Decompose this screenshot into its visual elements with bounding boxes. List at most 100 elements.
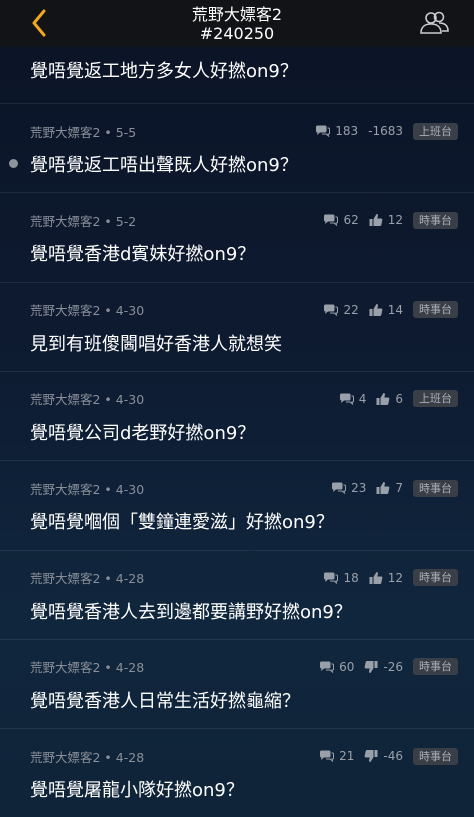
post-author-date: 荒野大嫖客2 • 5-2 bbox=[30, 213, 137, 229]
comment-count: 60 bbox=[319, 660, 354, 674]
post-author-date: 荒野大嫖客2 • 4-30 bbox=[30, 303, 145, 319]
user-id: #240250 bbox=[199, 23, 275, 43]
post-title[interactable]: 覺唔覺返工地方多女人好撚on9？ bbox=[30, 57, 298, 83]
members-button[interactable] bbox=[418, 8, 450, 38]
post-meta: 荒野大嫖客2 • 4-30 23 7 時事台 bbox=[30, 479, 458, 497]
comment-count: 18 bbox=[323, 570, 359, 585]
post-stats: 18 12 時事台 bbox=[323, 569, 458, 586]
comment-icon bbox=[331, 482, 347, 495]
thumbs-up-icon bbox=[369, 213, 383, 227]
page-title: 荒野大嫖客2 bbox=[191, 4, 283, 24]
post-stats: 183 -1683 上班台 bbox=[315, 122, 458, 140]
list-item[interactable]: 荒野大嫖客2 • 4-28 60 -26 時事台覺唔覺香港人日常生活好撚龜縮？ bbox=[0, 638, 474, 728]
score: 12 bbox=[369, 213, 403, 227]
comment-count-value: 22 bbox=[343, 302, 359, 317]
comment-count-value: 21 bbox=[339, 749, 355, 764]
chevron-left-icon bbox=[32, 9, 46, 37]
thumbs-down-icon bbox=[364, 749, 378, 763]
score-value: 12 bbox=[387, 213, 403, 228]
post-stats: 21 -46 時事台 bbox=[319, 747, 458, 765]
list-item[interactable]: 荒野大嫖客2 • 4-30 22 14 時事台見到有班傻閪唱好香港人就想笑 bbox=[0, 281, 474, 371]
post-title[interactable]: 覺唔覺香港人去到邊都要講野好撚on9？ bbox=[30, 598, 352, 624]
post-stats: 4 6 上班台 bbox=[339, 390, 458, 408]
header-title-block: 荒野大嫖客2 #240250 bbox=[192, 5, 282, 43]
post-title[interactable]: 覺唔覺屠龍小隊好撚on9？ bbox=[30, 776, 244, 802]
post-title[interactable]: 覺唔覺香港d賓妹好撚on9？ bbox=[30, 240, 255, 266]
comment-icon bbox=[339, 393, 354, 405]
comment-count-value: 60 bbox=[339, 659, 355, 674]
post-author-date: 荒野大嫖客2 • 4-28 bbox=[30, 660, 145, 676]
thumbs-up-icon bbox=[369, 303, 383, 317]
score-value: 6 bbox=[395, 391, 403, 406]
post-title[interactable]: 覺唔覺返工唔出聲既人好撚on9？ bbox=[30, 151, 298, 177]
post-stats: 22 14 時事台 bbox=[323, 301, 458, 319]
channel-tag[interactable]: 上班台 bbox=[413, 122, 458, 140]
channel-tag[interactable]: 上班台 bbox=[413, 390, 458, 408]
comment-count-value: 4 bbox=[358, 391, 367, 406]
post-title[interactable]: 見到有班傻閪唱好香港人就想笑 bbox=[30, 330, 282, 356]
comment-icon bbox=[315, 125, 331, 137]
post-title[interactable]: 覺唔覺公司d老野好撚on9？ bbox=[30, 419, 255, 445]
score: 7 bbox=[376, 481, 403, 495]
list-item[interactable]: 荒野大嫖客2 • 4-28 21 -46 時事台覺唔覺屠龍小隊好撚on9？ bbox=[0, 728, 474, 817]
score: 14 bbox=[369, 303, 403, 317]
channel-tag[interactable]: 時事台 bbox=[413, 569, 458, 586]
post-stats: 62 12 時事台 bbox=[323, 211, 458, 229]
thumbs-down-icon bbox=[364, 660, 378, 674]
comment-count: 4 bbox=[339, 391, 367, 406]
channel-tag[interactable]: 時事台 bbox=[413, 479, 458, 497]
post-author-date: 荒野大嫖客2 • 4-28 bbox=[30, 571, 145, 586]
channel-tag[interactable]: 時事台 bbox=[413, 211, 458, 229]
post-meta: 荒野大嫖客2 • 4-28 60 -26 時事台 bbox=[30, 658, 458, 676]
unread-dot bbox=[9, 159, 18, 168]
score: -46 bbox=[364, 749, 403, 763]
back-button[interactable] bbox=[24, 8, 54, 38]
list-item[interactable]: 荒野大嫖客2 • 4-28 18 12 時事台覺唔覺香港人去到邊都要講野好撚on9？ bbox=[0, 549, 474, 639]
post-meta: 荒野大嫖客2 • 4-30 22 14 時事台 bbox=[30, 301, 458, 319]
score: 12 bbox=[369, 571, 403, 585]
comment-count-value: 183 bbox=[335, 124, 359, 138]
comment-count: 23 bbox=[331, 481, 366, 495]
comment-count-value: 62 bbox=[343, 213, 359, 228]
score: 6 bbox=[376, 392, 403, 406]
post-title[interactable]: 覺唔覺香港人日常生活好撚龜縮？ bbox=[30, 687, 300, 713]
comment-count: 21 bbox=[319, 749, 354, 763]
comment-icon bbox=[319, 750, 335, 763]
score: -1683 bbox=[368, 124, 403, 138]
list-item[interactable]: 荒野大嫖客2 • 4-30 4 6 上班台 覺唔覺公司d老野好撚on9？ bbox=[0, 370, 474, 460]
comment-icon bbox=[323, 572, 339, 584]
comment-icon bbox=[319, 661, 335, 673]
score-value: -46 bbox=[383, 749, 403, 764]
post-meta: 荒野大嫖客2 • 4-28 18 12 時事台 bbox=[30, 569, 458, 587]
score-value: 14 bbox=[387, 302, 403, 317]
channel-tag[interactable]: 時事台 bbox=[413, 301, 458, 319]
post-author-date: 荒野大嫖客2 • 4-28 bbox=[30, 749, 145, 765]
post-title[interactable]: 覺唔覺嗰個「雙鐘連愛滋」好撚on9？ bbox=[30, 508, 334, 534]
comment-count: 22 bbox=[323, 302, 359, 317]
post-meta: 荒野大嫖客2 • 5-2 62 12 時事台 bbox=[30, 211, 458, 229]
thumbs-up-icon bbox=[376, 481, 390, 495]
post-author-date: 荒野大嫖客2 • 4-30 bbox=[30, 481, 145, 497]
comment-count: 183 bbox=[315, 124, 358, 138]
top-bar: 荒野大嫖客2 #240250 bbox=[0, 0, 474, 47]
list-item[interactable]: 荒野大嫖客2 • 5-5 183 -1683 上班台覺唔覺返工唔出聲既人好撚on9？ bbox=[0, 103, 474, 192]
score-value: -26 bbox=[383, 659, 403, 674]
comment-icon bbox=[323, 214, 339, 227]
score-value: 7 bbox=[395, 481, 403, 496]
post-stats: 23 7 時事台 bbox=[331, 479, 458, 497]
comment-count: 62 bbox=[323, 213, 359, 228]
comment-icon bbox=[323, 304, 339, 316]
thumbs-up-icon bbox=[369, 571, 383, 585]
post-author-date: 荒野大嫖客2 • 5-5 bbox=[30, 124, 137, 140]
list-item[interactable]: 荒野大嫖客2 • 4-30 23 7 時事台覺唔覺嗰個「雙鐘連愛滋」好撚on9？ bbox=[0, 460, 474, 549]
score-value: -1683 bbox=[368, 124, 403, 138]
channel-tag[interactable]: 時事台 bbox=[413, 658, 458, 676]
post-meta: 荒野大嫖客2 • 4-28 21 -46 時事台 bbox=[30, 747, 458, 765]
score: -26 bbox=[364, 660, 403, 674]
comment-count-value: 18 bbox=[343, 570, 359, 585]
channel-tag[interactable]: 時事台 bbox=[413, 747, 458, 765]
users-icon bbox=[420, 11, 449, 34]
list-item[interactable]: 荒野大嫖客2 • 5-2 62 12 時事台覺唔覺香港d賓妹好撚on9？ bbox=[0, 192, 474, 281]
score-value: 12 bbox=[387, 570, 403, 585]
post-meta: 荒野大嫖客2 • 4-30 4 6 上班台 bbox=[30, 390, 458, 408]
